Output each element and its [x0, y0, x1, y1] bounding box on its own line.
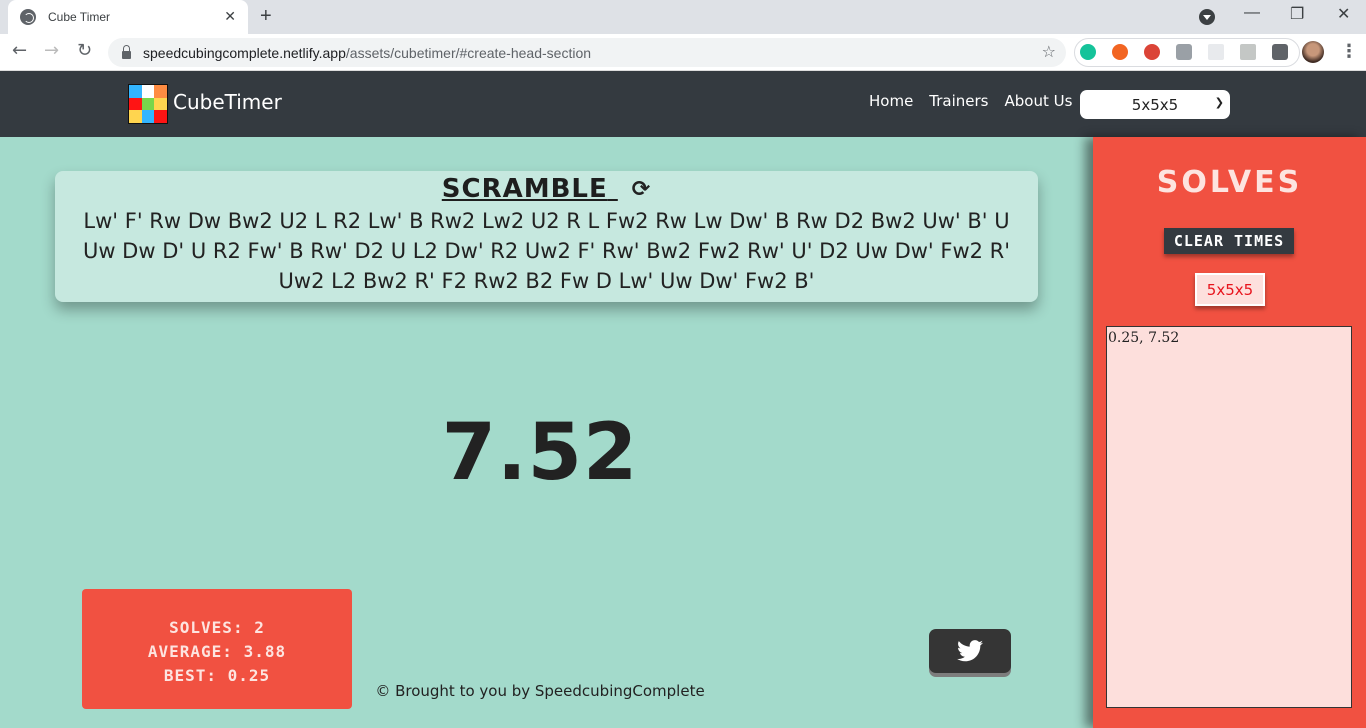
- logo-sticker: [141, 110, 155, 123]
- logo-sticker: [129, 97, 142, 111]
- logo-sticker: [129, 110, 142, 123]
- notes-ext-icon[interactable]: [1240, 44, 1256, 60]
- logo-sticker: [141, 97, 155, 111]
- logo-sticker: [129, 85, 142, 98]
- download-ext-icon[interactable]: [1144, 44, 1160, 60]
- chevron-down-icon: ❯: [1214, 96, 1224, 109]
- logo-sticker: [141, 85, 155, 98]
- logo-sticker: [154, 85, 167, 98]
- solve-count: SOLVES: 2: [169, 618, 265, 637]
- camera-ext-icon[interactable]: [1176, 44, 1192, 60]
- menu-kebab-icon[interactable]: ⋮: [1340, 41, 1358, 62]
- logo-sticker: [154, 110, 167, 123]
- bookmark-star-icon[interactable]: ☆: [1042, 42, 1056, 61]
- footer-credit: © Brought to you by SpeedcubingComplete: [375, 682, 705, 700]
- new-tab-icon[interactable]: +: [260, 5, 272, 28]
- window-close-icon[interactable]: ✕: [1337, 4, 1350, 24]
- reload-icon[interactable]: ↻: [77, 40, 92, 61]
- browser-tab-bar: Cube Timer ✕ + — ❐ ✕: [0, 0, 1366, 34]
- tab-close-icon[interactable]: ✕: [224, 9, 236, 25]
- forward-icon[interactable]: →: [44, 40, 59, 61]
- solves-title: SOLVES: [1156, 165, 1303, 200]
- grammarly-icon[interactable]: [1080, 44, 1096, 60]
- solves-sidebar: SOLVES CLEAR TIMES 5x5x5 0.25, 7.52: [1093, 137, 1366, 728]
- site-header: CubeTimer Home Trainers About Us 5x5x5 ❯: [0, 71, 1366, 137]
- lock-icon: [122, 44, 131, 59]
- scramble-text: Lw' F' Rw Dw Bw2 U2 L R2 Lw' B Rw2 Lw2 U…: [82, 209, 1011, 293]
- cube-type-badge: 5x5x5: [1195, 273, 1265, 306]
- tab-search-icon[interactable]: [1199, 9, 1215, 25]
- nav-about-us[interactable]: About Us: [1005, 92, 1073, 110]
- refresh-scramble-icon[interactable]: ⟳: [632, 177, 651, 202]
- tab-title: Cube Timer: [48, 10, 111, 24]
- cube-type-select[interactable]: 5x5x5 ❯: [1080, 90, 1230, 119]
- scramble-title: SCRAMBLE: [441, 174, 608, 204]
- react-ext-icon[interactable]: [1208, 44, 1224, 60]
- minimize-icon[interactable]: —: [1244, 4, 1260, 22]
- scramble-heading: SCRAMBLE ⟳: [55, 174, 1038, 204]
- cube-logo-icon[interactable]: [128, 84, 168, 124]
- main-nav: Home Trainers About Us: [869, 92, 1072, 110]
- profile-avatar[interactable]: [1302, 41, 1324, 63]
- url-text: speedcubingcomplete.netlify.app/assets/c…: [143, 44, 592, 61]
- scramble-panel: SCRAMBLE ⟳ Lw' F' Rw Dw Bw2 U2 L R2 Lw' …: [55, 171, 1038, 302]
- brand-name[interactable]: CubeTimer: [173, 90, 282, 114]
- orange-ext-icon[interactable]: [1112, 44, 1128, 60]
- back-icon[interactable]: ←: [12, 40, 27, 61]
- nav-home[interactable]: Home: [869, 92, 913, 110]
- browser-tab[interactable]: Cube Timer ✕: [8, 0, 248, 34]
- nav-trainers[interactable]: Trainers: [929, 92, 988, 110]
- restore-icon[interactable]: ❐: [1290, 4, 1304, 24]
- times-list[interactable]: 0.25, 7.52: [1106, 326, 1352, 708]
- twitter-icon: [957, 640, 983, 662]
- average-time: AVERAGE: 3.88: [147, 642, 287, 661]
- timer-display[interactable]: 7.52: [0, 408, 1080, 498]
- cube-type-value: 5x5x5: [1131, 95, 1179, 114]
- address-toolbar: ← → ↻ speedcubingcomplete.netlify.app/as…: [0, 34, 1366, 71]
- clear-times-button[interactable]: CLEAR TIMES: [1164, 228, 1294, 254]
- url-bar[interactable]: speedcubingcomplete.netlify.app/assets/c…: [108, 38, 1066, 67]
- twitter-share-button[interactable]: [929, 629, 1011, 673]
- globe-icon: [20, 9, 36, 25]
- puzzle-icon[interactable]: [1272, 44, 1288, 60]
- logo-sticker: [154, 97, 167, 111]
